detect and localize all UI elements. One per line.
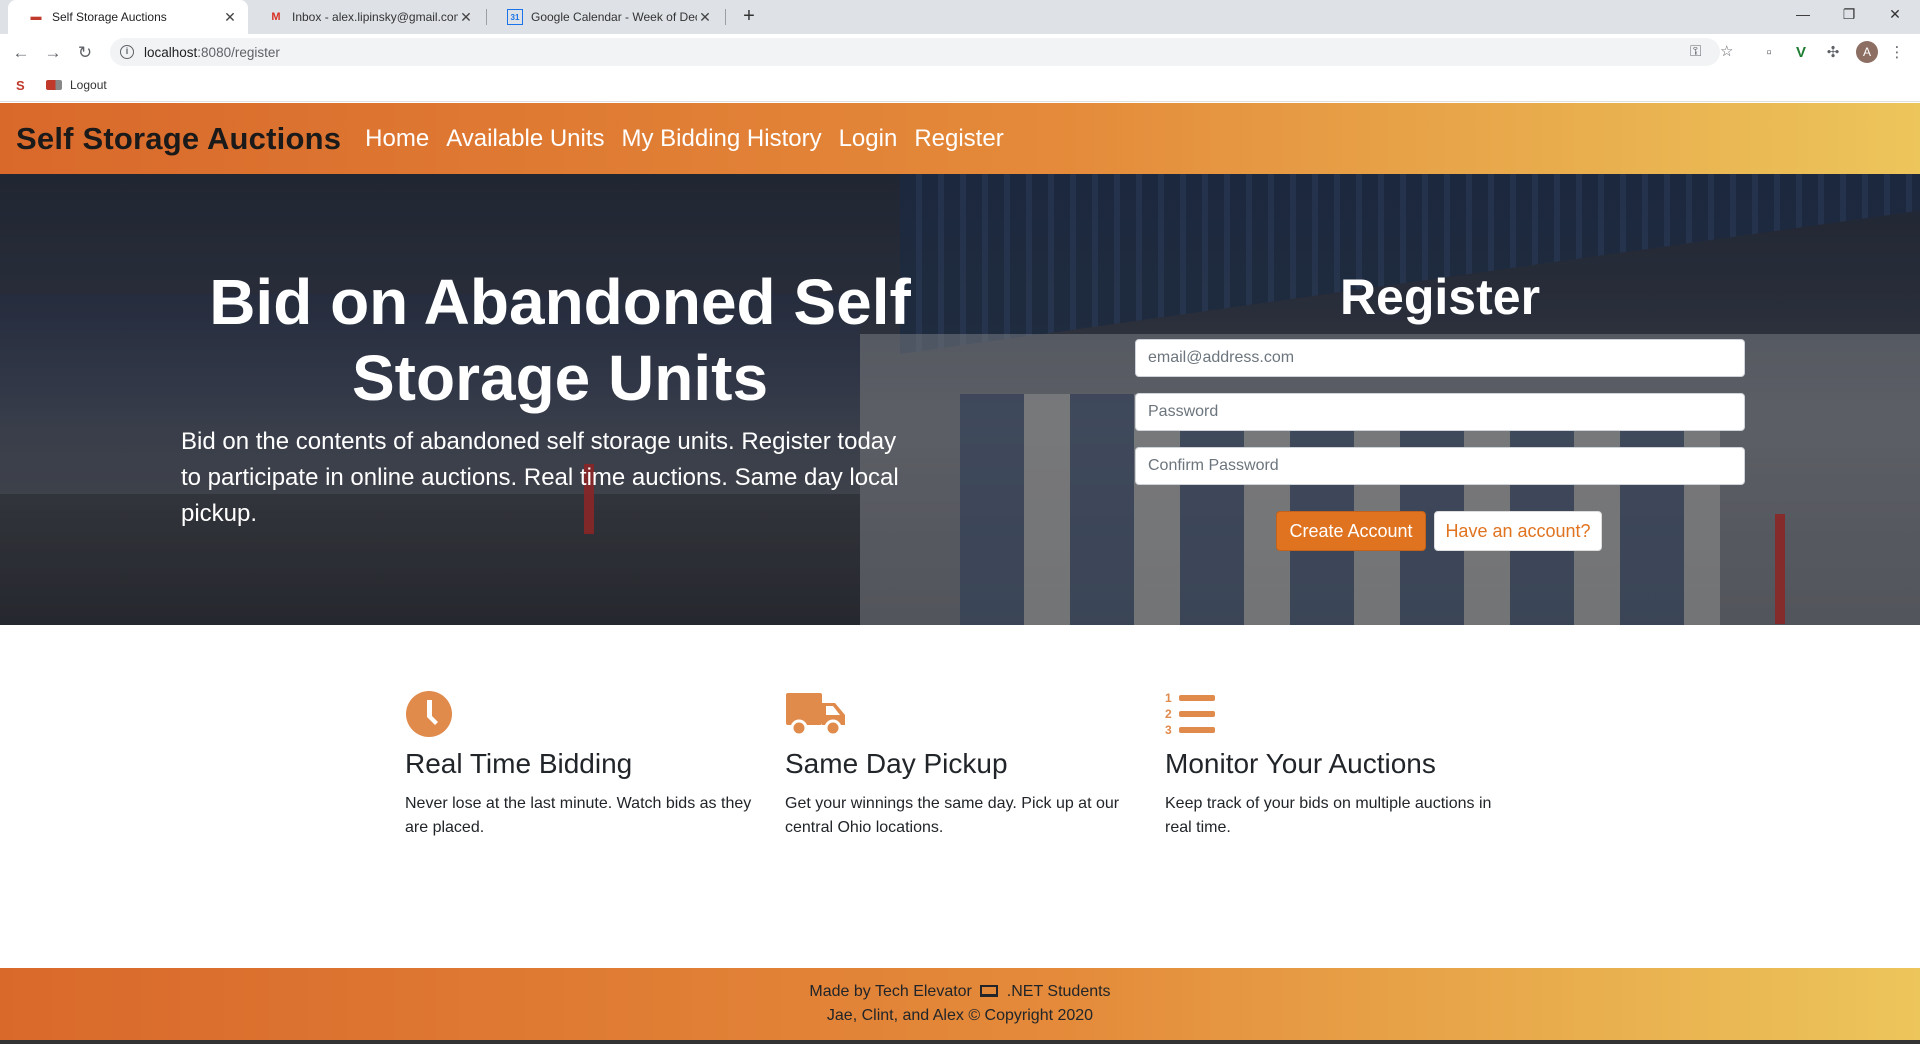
feature-text: Keep track of your bids on multiple auct… <box>1165 795 1492 836</box>
extension-v-icon[interactable]: V <box>1788 40 1814 66</box>
have-account-button[interactable]: Have an account? <box>1434 511 1602 551</box>
email-field[interactable] <box>1135 339 1745 377</box>
url-text: localhost:8080/register <box>144 45 280 60</box>
menu-kebab-icon[interactable]: ⋮ <box>1884 40 1910 66</box>
hero-title: Bid on Abandoned Self Storage Units <box>209 266 911 414</box>
gmail-favicon-icon: M <box>271 11 281 23</box>
site-navbar: Self Storage Auctions Home Available Uni… <box>0 103 1920 174</box>
bookmarks-bar: S Logout <box>0 70 1920 102</box>
nav-available-units[interactable]: Available Units <box>446 125 604 153</box>
brand-logo[interactable]: Self Storage Auctions <box>16 121 341 157</box>
minimize-icon[interactable]: — <box>1780 0 1826 30</box>
tab-title: Google Calendar - Week of Dece <box>531 10 697 24</box>
nav-login[interactable]: Login <box>839 125 898 153</box>
tab-title: Self Storage Auctions <box>52 10 167 24</box>
footer-copyright: Jae, Clint, and Alex © Copyright 2020 <box>826 1007 1094 1024</box>
browser-toolbar: ← → ↻ i localhost:8080/register ⚿ ☆ ▫ V … <box>0 34 1920 70</box>
svg-text:3: 3 <box>1165 723 1172 737</box>
feature-text: Get your winnings the same day. Pick up … <box>785 795 1120 836</box>
tab-separator <box>725 9 726 25</box>
confirm-password-field[interactable] <box>1135 447 1745 485</box>
site-info-icon[interactable]: i <box>120 45 134 59</box>
tab-title: Inbox - alex.lipinsky@gmail.com <box>292 10 458 24</box>
truck-icon <box>46 80 62 90</box>
bookmark-logout-label: Logout <box>70 78 107 92</box>
svg-text:1: 1 <box>1165 691 1172 705</box>
password-field[interactable] <box>1135 393 1745 431</box>
url-host: localhost <box>144 44 198 60</box>
nav-my-bidding-history[interactable]: My Bidding History <box>622 125 822 153</box>
close-window-icon[interactable]: ✕ <box>1872 0 1918 30</box>
svg-text:2: 2 <box>1165 707 1172 721</box>
site-footer: Made by Tech Elevator .NET Students Jae,… <box>0 968 1920 1040</box>
feature-monitor-auctions: 1 2 3 Monitor Your Auctions Keep track o… <box>1165 690 1515 840</box>
close-tab-icon[interactable]: ✕ <box>697 9 713 26</box>
page-bottom-edge <box>0 1040 1920 1044</box>
numbered-list-icon: 1 2 3 <box>1165 690 1515 740</box>
feature-title: Same Day Pickup <box>785 748 1008 779</box>
close-tab-icon[interactable]: ✕ <box>458 9 474 26</box>
key-icon[interactable]: ⚿ <box>1690 38 1701 66</box>
register-title: Register <box>1339 269 1541 325</box>
extension-blank-icon[interactable]: ▫ <box>1756 40 1782 66</box>
footer-credit-line: Made by Tech Elevator .NET Students <box>0 980 1920 1004</box>
truck-favicon-icon: ▬ <box>30 11 42 23</box>
back-icon[interactable]: ← <box>8 40 34 66</box>
hero-subtitle: Bid on the contents of abandoned self st… <box>181 428 899 527</box>
feature-text: Never lose at the last minute. Watch bid… <box>405 795 752 836</box>
hero-section: Bid on Abandoned Self Storage Units Bid … <box>0 174 1920 625</box>
footer-students: .NET Students <box>1006 983 1111 1000</box>
feature-same-day-pickup: Same Day Pickup Get your winnings the sa… <box>785 690 1135 840</box>
feature-real-time-bidding: Real Time Bidding Never lose at the last… <box>405 690 755 840</box>
calendar-favicon-icon: 31 <box>507 9 523 25</box>
bookmark-s[interactable]: S <box>16 78 25 93</box>
new-tab-button[interactable]: + <box>738 6 760 28</box>
clock-icon <box>405 690 755 740</box>
nav-home[interactable]: Home <box>365 125 429 153</box>
address-bar[interactable]: i localhost:8080/register ⚿ ☆ <box>110 38 1733 66</box>
nav-register[interactable]: Register <box>914 125 1003 153</box>
forward-icon[interactable]: → <box>40 40 66 66</box>
footer-made-by: Made by Tech Elevator <box>809 983 972 1000</box>
tab-google-calendar[interactable]: 31 Google Calendar - Week of Dece ✕ <box>487 0 723 34</box>
truck-icon <box>785 690 1135 740</box>
browser-tab-strip: ▬ Self Storage Auctions ✕ M Inbox - alex… <box>0 0 1920 34</box>
feature-title: Monitor Your Auctions <box>1165 748 1436 779</box>
tab-gmail-inbox[interactable]: M Inbox - alex.lipinsky@gmail.com ✕ <box>248 0 484 34</box>
profile-avatar[interactable]: A <box>1856 41 1878 63</box>
create-account-button[interactable]: Create Account <box>1276 511 1426 551</box>
feature-title: Real Time Bidding <box>405 748 633 779</box>
bookmark-logout[interactable]: Logout <box>46 78 107 92</box>
bookmark-star-icon[interactable]: ☆ <box>1720 38 1733 66</box>
close-tab-icon[interactable]: ✕ <box>222 9 238 26</box>
extensions-puzzle-icon[interactable]: ✣ <box>1820 40 1846 66</box>
laptop-icon <box>980 985 999 997</box>
url-path: :8080/register <box>197 44 280 60</box>
restore-icon[interactable]: ❐ <box>1826 0 1872 30</box>
reload-icon[interactable]: ↻ <box>72 40 98 66</box>
tab-self-storage-auctions[interactable]: ▬ Self Storage Auctions ✕ <box>8 0 248 34</box>
